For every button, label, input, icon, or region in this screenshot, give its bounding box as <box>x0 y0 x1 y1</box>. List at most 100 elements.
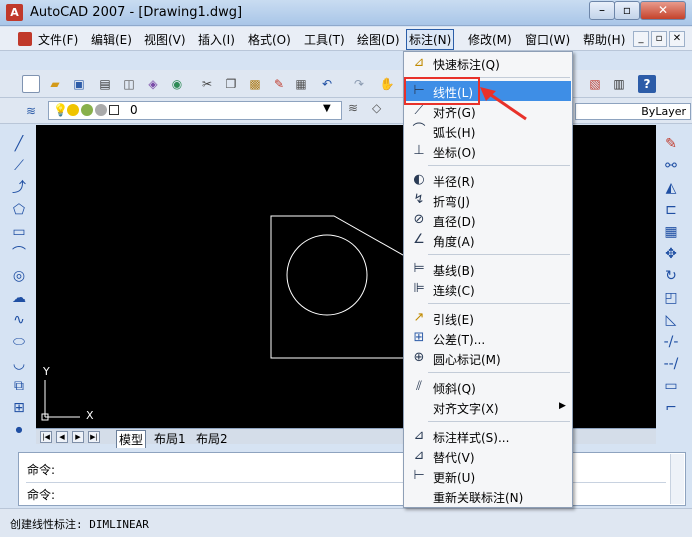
layer-freeze-icon[interactable] <box>67 104 79 116</box>
break-icon[interactable]: ▭ <box>662 377 680 395</box>
first-tab-button[interactable]: |◀ <box>40 431 52 443</box>
extend-icon[interactable]: --/ <box>662 355 680 373</box>
tab-layout1[interactable]: 布局1 <box>154 430 186 447</box>
point-icon[interactable]: ● <box>10 421 28 439</box>
menu-edit[interactable]: 编辑(E) <box>89 31 134 48</box>
command-prompt[interactable]: 命令: <box>27 486 55 503</box>
layer-manager-icon[interactable]: ≋ <box>22 102 40 120</box>
menu-item-quick-dimension[interactable]: ⊿ 快速标注(Q) <box>405 53 571 73</box>
stretch-icon[interactable]: ◺ <box>662 311 680 329</box>
trim-icon[interactable]: -/- <box>662 333 680 351</box>
move-icon[interactable]: ✥ <box>662 245 680 263</box>
construction-line-icon[interactable]: ⟋ <box>10 157 28 175</box>
menu-item-update[interactable]: ⊢ 更新(U) <box>405 466 571 486</box>
menu-item-center-mark[interactable]: ⊕ 圆心标记(M) <box>405 348 571 368</box>
chevron-down-icon[interactable]: ▼ <box>323 103 331 114</box>
tab-model[interactable]: 模型 <box>116 430 147 448</box>
menu-insert[interactable]: 插入(I) <box>196 31 237 48</box>
redo-icon[interactable]: ↷ <box>350 75 368 93</box>
menu-item-leader[interactable]: ↗ 引线(E) <box>405 308 571 328</box>
menu-item-ordinate[interactable]: ⊥ 坐标(O) <box>405 141 571 161</box>
menu-item-override[interactable]: ⊿ 替代(V) <box>405 446 571 466</box>
linetype-dropdown[interactable]: ByLayer <box>575 103 691 120</box>
layer-viewport-freeze-icon[interactable] <box>81 104 93 116</box>
autocad-app-icon[interactable]: A <box>6 4 23 21</box>
layer-dropdown[interactable]: 💡 ▼ <box>48 101 342 120</box>
menu-modify[interactable]: 修改(M) <box>466 31 514 48</box>
minimize-button[interactable]: – <box>589 1 615 20</box>
menu-tools[interactable]: 工具(T) <box>302 31 347 48</box>
mdi-restore-button[interactable]: ▫ <box>651 31 667 47</box>
command-window[interactable]: 命令: 命令: <box>18 452 686 506</box>
offset-icon[interactable]: ⊏ <box>662 201 680 219</box>
layer-previous-icon[interactable]: ◇ <box>372 101 381 115</box>
menu-item-reassociate[interactable]: 重新关联标注(N) <box>405 486 571 506</box>
tab-layout2[interactable]: 布局2 <box>196 430 228 447</box>
copy-icon[interactable]: ❐ <box>222 75 240 93</box>
help-icon[interactable]: ? <box>638 75 656 93</box>
arc-icon[interactable]: ⌒ <box>10 245 28 263</box>
tool-palettes-icon[interactable]: ▧ <box>586 75 604 93</box>
block-editor-icon[interactable]: ▦ <box>292 75 310 93</box>
new-file-icon[interactable] <box>22 75 40 93</box>
mirror-icon[interactable]: ◭ <box>662 179 680 197</box>
calculator-icon[interactable]: ▥ <box>610 75 628 93</box>
ellipse-icon[interactable]: ⬭ <box>10 333 28 351</box>
ellipse-arc-icon[interactable]: ◡ <box>10 355 28 373</box>
publish-icon[interactable]: ◈ <box>144 75 162 93</box>
spline-icon[interactable]: ∿ <box>10 311 28 329</box>
revision-cloud-icon[interactable]: ☁ <box>10 289 28 307</box>
menu-draw[interactable]: 绘图(D) <box>355 31 402 48</box>
erase-icon[interactable]: ✎ <box>662 135 680 153</box>
layer-on-icon[interactable]: 💡 <box>53 103 68 117</box>
maximize-button[interactable]: ▫ <box>614 1 640 20</box>
menu-item-tolerance[interactable]: ⊞ 公差(T)... <box>405 328 571 348</box>
plot-icon[interactable]: ◉ <box>168 75 186 93</box>
document-icon[interactable] <box>18 32 32 46</box>
menu-item-baseline[interactable]: ⊨ 基线(B) <box>405 259 571 279</box>
match-properties-icon[interactable]: ✎ <box>270 75 288 93</box>
polyline-icon[interactable]: ⤴ <box>10 179 28 197</box>
last-tab-button[interactable]: ▶| <box>88 431 100 443</box>
save-icon[interactable]: ▣ <box>70 75 88 93</box>
mdi-minimize-button[interactable]: _ <box>633 31 649 47</box>
menu-item-oblique[interactable]: ⫽ 倾斜(Q) <box>405 377 571 397</box>
menu-file[interactable]: 文件(F) <box>36 31 80 48</box>
circle-icon[interactable]: ◎ <box>10 267 28 285</box>
menu-item-diameter[interactable]: ⊘ 直径(D) <box>405 210 571 230</box>
menu-item-angular[interactable]: ∠ 角度(A) <box>405 230 571 250</box>
make-layer-current-icon[interactable]: ≋ <box>348 101 358 115</box>
mdi-close-button[interactable]: ✕ <box>669 31 685 47</box>
make-block-icon[interactable]: ⊞ <box>10 399 28 417</box>
print-icon[interactable]: ▤ <box>96 75 114 93</box>
scale-icon[interactable]: ◰ <box>662 289 680 307</box>
insert-block-icon[interactable]: ⧉ <box>10 377 28 395</box>
menu-format[interactable]: 格式(O) <box>246 31 293 48</box>
menu-view[interactable]: 视图(V) <box>142 31 188 48</box>
layer-lock-icon[interactable] <box>95 104 107 116</box>
menu-item-align-text[interactable]: 对齐文字(X) ▶ <box>405 397 571 417</box>
menu-dimension[interactable]: 标注(N) <box>406 29 455 50</box>
next-tab-button[interactable]: ▶ <box>72 431 84 443</box>
menu-item-jogged[interactable]: ↯ 折弯(J) <box>405 190 571 210</box>
line-icon[interactable]: ╱ <box>10 135 28 153</box>
command-scrollbar[interactable] <box>670 454 684 504</box>
rotate-icon[interactable]: ↻ <box>662 267 680 285</box>
paste-icon[interactable]: ▩ <box>246 75 264 93</box>
copy-object-icon[interactable]: ⚯ <box>662 157 680 175</box>
menu-item-dimension-style[interactable]: ⊿ 标注样式(S)... <box>405 426 571 446</box>
undo-icon[interactable]: ↶ <box>318 75 336 93</box>
menu-item-continue[interactable]: ⊫ 连续(C) <box>405 279 571 299</box>
open-file-icon[interactable]: ▰ <box>46 75 64 93</box>
array-icon[interactable]: ▦ <box>662 223 680 241</box>
prev-tab-button[interactable]: ◀ <box>56 431 68 443</box>
close-button[interactable]: ✕ <box>640 1 686 20</box>
print-preview-icon[interactable]: ◫ <box>120 75 138 93</box>
polygon-icon[interactable]: ⬠ <box>10 201 28 219</box>
chamfer-icon[interactable]: ⌐ <box>662 399 680 417</box>
pan-icon[interactable]: ✋ <box>378 75 396 93</box>
menu-help[interactable]: 帮助(H) <box>581 31 627 48</box>
cut-icon[interactable]: ✂ <box>198 75 216 93</box>
menu-item-radius[interactable]: ◐ 半径(R) <box>405 170 571 190</box>
rectangle-icon[interactable]: ▭ <box>10 223 28 241</box>
